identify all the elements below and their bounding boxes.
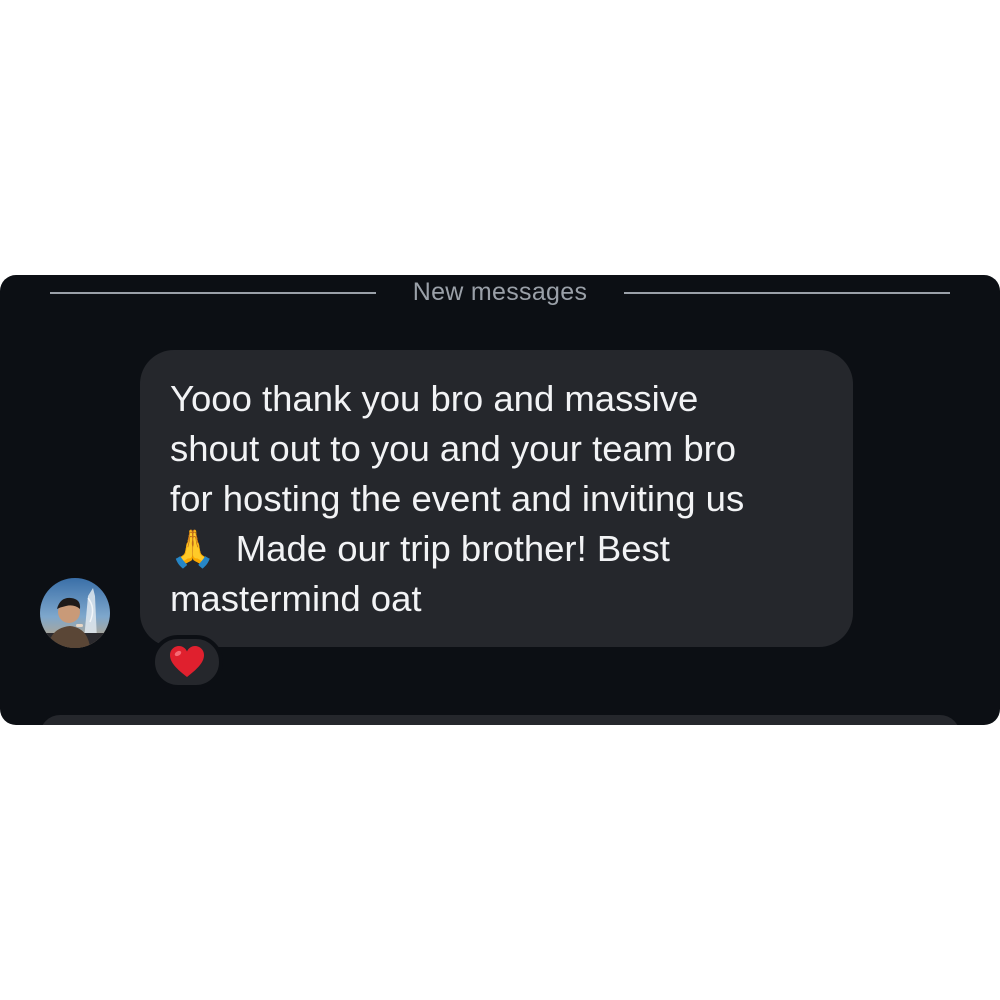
divider-line-right — [624, 292, 950, 294]
message-line: mastermind oat — [170, 578, 422, 619]
message-line: for hosting the event and inviting us — [170, 478, 745, 519]
message-line: Yooo thank you bro and massive — [170, 378, 699, 419]
sender-avatar[interactable] — [40, 578, 110, 648]
avatar-photo — [40, 578, 110, 648]
message-line: Made our trip brother! Best — [235, 528, 670, 569]
praying-hands-emoji: 🙏 — [170, 528, 216, 569]
reaction-badge[interactable] — [151, 635, 223, 689]
screenshot-stage: New messages Yooo thank you bro and mass… — [0, 0, 1000, 1000]
message-line: shout out to you and your team bro — [170, 428, 737, 469]
red-heart-icon — [170, 646, 204, 677]
chat-thread[interactable]: New messages Yooo thank you bro and mass… — [0, 275, 1000, 725]
incoming-message-bubble[interactable]: Yooo thank you bro and massive shout out… — [140, 350, 853, 647]
next-message-bubble[interactable] — [40, 715, 960, 725]
message-text: Yooo thank you bro and massive shout out… — [170, 374, 829, 624]
new-messages-divider: New messages — [50, 277, 950, 307]
